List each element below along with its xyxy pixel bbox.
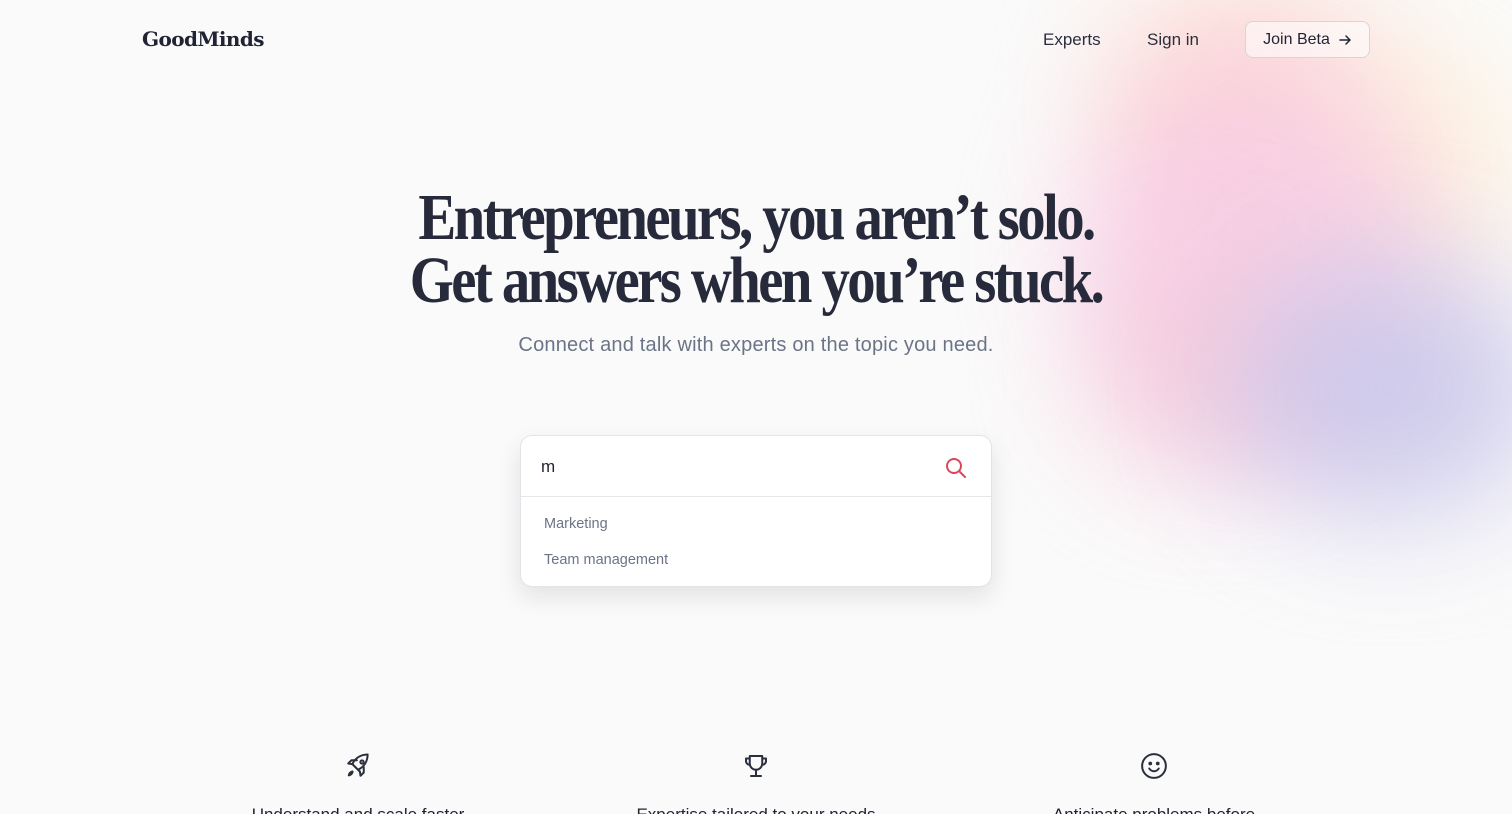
feature-text: Expertise tailored to your needs <box>576 805 936 814</box>
feature-text: Anticipate problems before <box>974 805 1334 814</box>
site-header: GoodMinds Experts Sign in Join Beta <box>0 0 1512 80</box>
hero-subtitle: Connect and talk with experts on the top… <box>518 334 994 356</box>
search-row <box>521 436 991 497</box>
arrow-right-icon <box>1339 34 1351 45</box>
hero-title-line-1: Entrepreneurs, you aren’t solo. <box>418 181 1096 254</box>
join-beta-label: Join Beta <box>1263 30 1330 48</box>
search-box: Marketing Team management <box>520 435 992 587</box>
search-icon[interactable] <box>944 456 968 480</box>
nav-sign-in-link[interactable]: Sign in <box>1147 30 1199 50</box>
feature-text: Understand and scale faster <box>178 805 538 814</box>
rocket-icon <box>347 753 369 777</box>
logo[interactable]: GoodMinds <box>142 27 264 51</box>
join-beta-button[interactable]: Join Beta <box>1245 21 1370 58</box>
smiley-icon <box>1141 753 1167 779</box>
page: GoodMinds Experts Sign in Join Beta Entr… <box>0 0 1512 814</box>
suggestion-item[interactable]: Marketing <box>544 516 608 532</box>
nav-experts-link[interactable]: Experts <box>1043 30 1101 50</box>
suggestion-item[interactable]: Team management <box>544 552 668 568</box>
hero-title: Entrepreneurs, you aren’t solo. Get answ… <box>106 181 1406 317</box>
trophy-icon <box>745 755 767 777</box>
hero-title-line-2: Get answers when you’re stuck. <box>409 244 1105 317</box>
search-input[interactable] <box>541 454 941 480</box>
